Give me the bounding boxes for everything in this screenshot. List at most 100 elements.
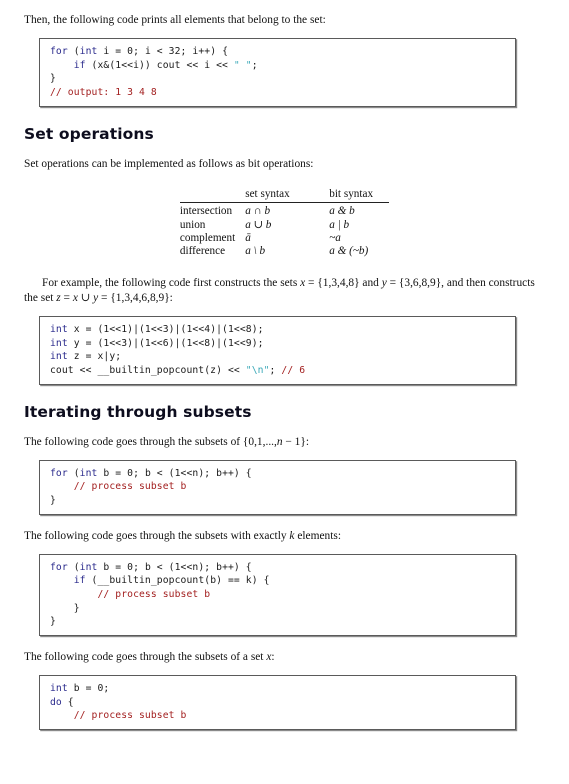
code-token: for <box>50 46 74 58</box>
code-token: (__builtin_popcount(b) == k) { <box>85 575 270 587</box>
example-paragraph: For example, the following code first co… <box>0 276 569 306</box>
code-token: int <box>50 351 68 363</box>
code-token: } <box>50 73 56 85</box>
iter-text-1: The following code goes through the subs… <box>24 435 277 448</box>
code-token: // 6 <box>281 364 306 376</box>
table-body: intersection a ∩ b a & b union a ∪ b a |… <box>180 202 389 258</box>
code-token: x = (1<<1)|(1<<3)|(1<<4)|(1<<8); <box>67 324 264 336</box>
table-header-set-syntax: set syntax <box>245 187 330 203</box>
code-token: int <box>50 337 68 349</box>
example-text-2: = {1,3,4,8} and <box>305 276 382 289</box>
row-name: union <box>179 218 206 231</box>
row-name: difference <box>179 245 226 258</box>
iter2-text-2: elements: <box>294 529 341 542</box>
row-name: complement <box>179 232 236 245</box>
code-token: // process subset b <box>73 710 187 722</box>
code-block-all-subsets: for (int b = 0; b < (1<<n); b++) { // pr… <box>39 459 516 515</box>
table-header-row: set syntax bit syntax <box>179 187 390 203</box>
iterating-paragraph-2: The following code goes through the subs… <box>0 529 569 544</box>
code-token: b = 0; b < (1<<n); b++) { <box>97 467 252 479</box>
table-header-bit-syntax: bit syntax <box>329 187 390 203</box>
code-token: do <box>50 696 62 708</box>
code-content: int b = 0; do { // process subset b <box>40 682 515 723</box>
code-block-construct-sets: int x = (1<<1)|(1<<3)|(1<<4)|(1<<8); int… <box>39 316 516 385</box>
table-head: set syntax bit syntax <box>179 187 390 203</box>
example-text-6: = {1,3,4,6,8,9}: <box>98 291 173 304</box>
code-token: ; <box>269 364 282 376</box>
table-row: complement ā ~a <box>180 232 389 245</box>
code-token: int <box>79 561 98 573</box>
code-token: z = x|y; <box>67 351 122 363</box>
code-block-subsets-of-x: int b = 0; do { // process subset b <box>39 674 516 730</box>
code-token: int <box>79 46 98 58</box>
row-set-syntax: ā <box>245 232 251 245</box>
row-bit-syntax: ~a <box>329 232 341 245</box>
heading-iterating-through-subsets: Iterating through subsets <box>24 402 252 421</box>
code-token: if <box>73 575 86 587</box>
code-token: for <box>50 561 74 573</box>
code-token: int <box>79 467 98 479</box>
set-operations-table: set syntax bit syntax intersection a ∩ b… <box>179 187 390 258</box>
code-token: b = 0; b < (1<<n); b++) { <box>97 561 252 573</box>
code-block-k-subsets: for (int b = 0; b < (1<<n); b++) { if (_… <box>39 553 516 636</box>
example-text-4: = <box>60 291 73 304</box>
set-operations-paragraph: Set operations can be implemented as fol… <box>24 157 314 170</box>
example-text-5: ∪ <box>77 291 94 304</box>
iterating-paragraph-1: The following code goes through the subs… <box>0 435 569 450</box>
code-block-print-elements: for (int i = 0; i < 32; i++) { if (x&(1<… <box>39 38 516 107</box>
row-bit-syntax: a | b <box>329 218 350 231</box>
code-token: cout << __builtin_popcount(z) << <box>50 364 246 376</box>
code-token: // process subset b <box>73 481 187 493</box>
code-token: for <box>50 467 74 479</box>
row-set-syntax: a \ b <box>245 245 266 258</box>
intro-paragraph: Then, the following code prints all elem… <box>24 14 326 26</box>
code-token: b = 0; <box>67 682 110 694</box>
code-token: int <box>50 324 68 336</box>
code-content: for (int b = 0; b < (1<<n); b++) { if (_… <box>40 561 515 629</box>
row-bit-syntax: a & b <box>329 205 355 218</box>
table-header-blank <box>179 187 246 203</box>
code-token: if <box>73 59 86 71</box>
table-row: difference a \ b a & (~b) <box>180 245 389 258</box>
code-token: "\n" <box>245 364 270 376</box>
code-token: } <box>50 602 80 614</box>
code-token: } <box>50 494 56 506</box>
code-token: // process subset b <box>97 588 211 600</box>
code-token: " " <box>233 59 252 71</box>
code-content: for (int b = 0; b < (1<<n); b++) { // pr… <box>40 467 515 508</box>
code-token: int <box>50 682 68 694</box>
row-name: intersection <box>179 205 233 218</box>
iter3-text-2: : <box>271 650 275 663</box>
row-bit-syntax: a & (~b) <box>329 245 369 258</box>
iterating-paragraph-3: The following code goes through the subs… <box>0 650 569 665</box>
iter3-text-1: The following code goes through the subs… <box>24 650 267 663</box>
code-token: // output: 1 3 4 8 <box>50 86 157 98</box>
code-token: y = (1<<3)|(1<<6)|(1<<8)|(1<<9); <box>67 337 264 349</box>
code-token: i = 0; i < 32; i++) { <box>97 46 228 58</box>
code-token: } <box>50 616 56 628</box>
table-row: intersection a ∩ b a & b <box>180 202 389 218</box>
code-token: (x&(1<<i)) cout << i << <box>85 59 234 71</box>
code-token: ; <box>251 59 258 71</box>
table-row: union a ∪ b a | b <box>180 218 389 232</box>
row-set-syntax: a ∪ b <box>245 219 272 232</box>
